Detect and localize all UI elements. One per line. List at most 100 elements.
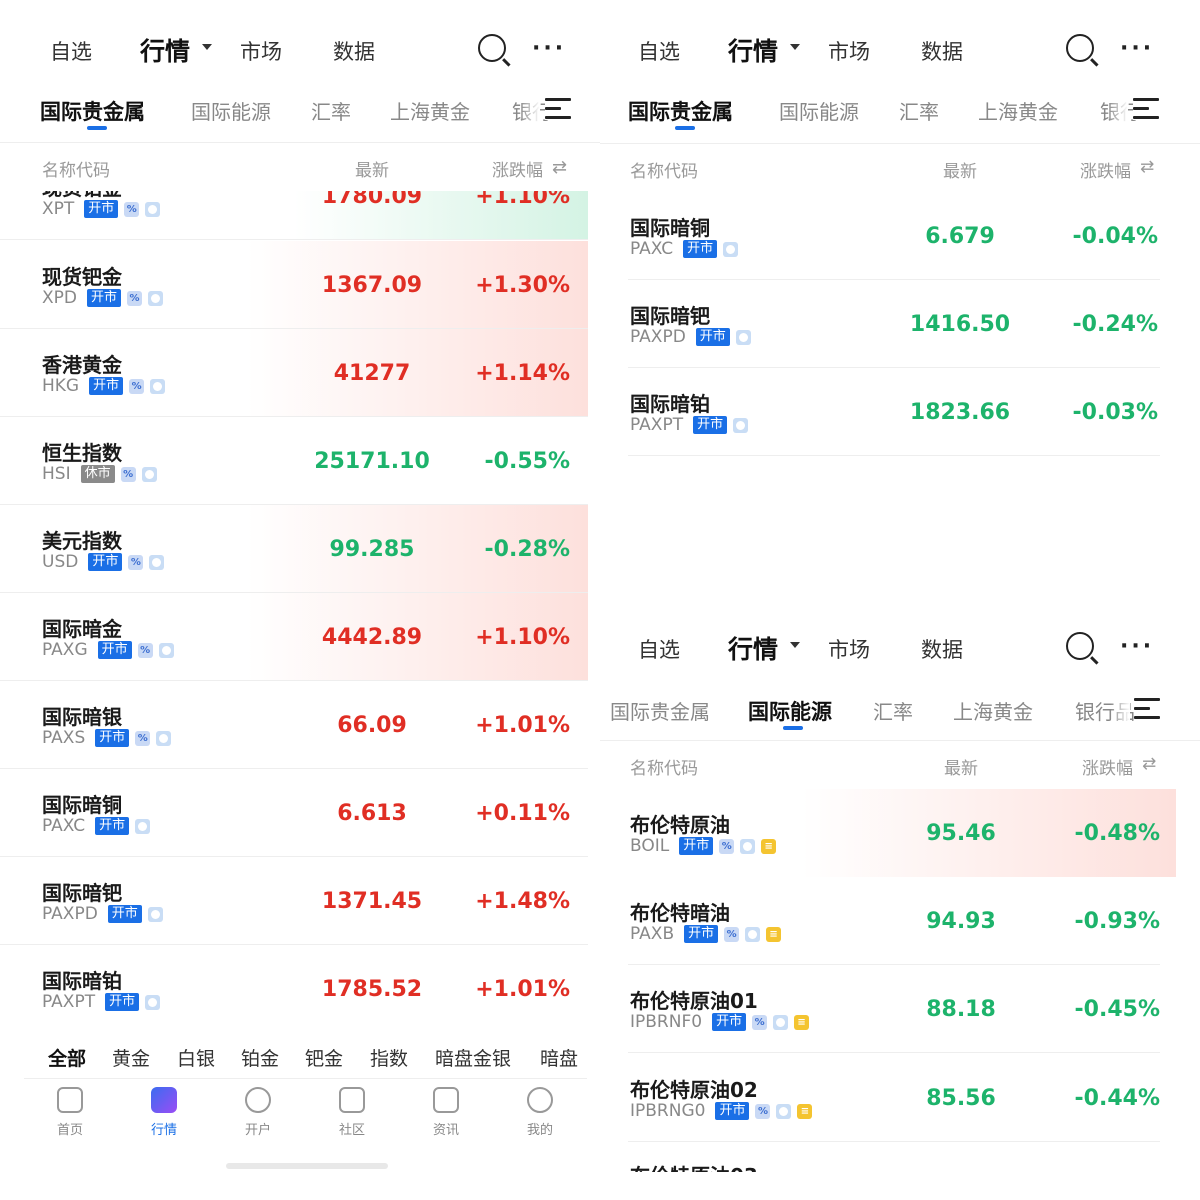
bottom-home[interactable]: 首页 xyxy=(40,1087,100,1138)
search-icon[interactable] xyxy=(1066,632,1094,660)
bottom-nav: 首页 行情 开户 社区 资讯 我的 xyxy=(24,1078,587,1200)
search-icon[interactable] xyxy=(1066,34,1094,62)
chevron-down-icon[interactable] xyxy=(790,642,800,648)
list-item[interactable]: 香港黄金 HKG 开市% 41277 +1.14% xyxy=(0,329,588,417)
tab-fx[interactable]: 汇率 xyxy=(873,696,913,725)
list-item[interactable]: 国际暗钯 PAXPD 开市 1371.45 +1.48% xyxy=(0,857,588,945)
tab-energy[interactable]: 国际能源 xyxy=(191,96,271,125)
swap-icon[interactable]: ⇄ xyxy=(552,157,567,178)
header-latest[interactable]: 最新 xyxy=(944,754,978,779)
subtab-platinum[interactable]: 铂金 xyxy=(241,1044,279,1071)
swap-icon[interactable]: ⇄ xyxy=(1142,754,1156,774)
list-item[interactable]: 国际暗铂 PAXPT 开市 1785.52 +1.01% xyxy=(0,945,588,1033)
menu-icon[interactable] xyxy=(545,98,571,120)
tab-energy[interactable]: 国际能源 xyxy=(779,96,859,125)
subtab-index[interactable]: 指数 xyxy=(370,1044,408,1071)
active-tab-indicator xyxy=(675,126,695,130)
subtab-palladium[interactable]: 钯金 xyxy=(305,1044,343,1071)
more-icon[interactable]: ··· xyxy=(532,36,566,61)
tab-shanghai-gold[interactable]: 上海黄金 xyxy=(978,96,1058,125)
more-icon[interactable]: ··· xyxy=(1120,36,1154,61)
header-latest[interactable]: 最新 xyxy=(355,156,389,181)
list-item[interactable]: 恒生指数 HSI 休市% 25171.10 -0.55% xyxy=(0,417,588,505)
bottom-label: 首页 xyxy=(56,1123,83,1138)
list-item[interactable]: 国际暗钯 PAXPD 开市 1416.50 -0.24% xyxy=(628,280,1160,368)
nav-quotes[interactable]: 行情 xyxy=(728,630,778,666)
nav-quotes[interactable]: 行情 xyxy=(728,32,778,68)
list-item[interactable]: 国际暗银 PAXS 开市% 66.09 +1.01% xyxy=(0,681,588,769)
item-code-row: PAXPT 开市 xyxy=(630,415,749,435)
menu-icon[interactable] xyxy=(1133,98,1159,120)
list-item[interactable]: 布伦特原油02 IPBRNG0 开市% ≡ 85.56 -0.44% xyxy=(628,1054,1160,1142)
tab-shanghai-gold[interactable]: 上海黄金 xyxy=(390,96,470,125)
list-item[interactable]: 布伦特原油 BOIL 开市% ≡ 95.46 -0.48% xyxy=(600,789,1176,877)
tab-energy[interactable]: 国际能源 xyxy=(748,696,832,726)
tab-precious-metals[interactable]: 国际贵金属 xyxy=(40,96,145,126)
nav-market[interactable]: 市场 xyxy=(828,634,870,664)
list-item[interactable]: 国际暗金 PAXG 开市% 4442.89 +1.10% xyxy=(0,593,588,681)
list-item[interactable]: 美元指数 USD 开市% 99.285 -0.28% xyxy=(0,505,588,593)
smile-icon xyxy=(527,1087,553,1113)
header-name[interactable]: 名称代码 xyxy=(42,156,110,181)
item-code-row: PAXPD 开市 xyxy=(42,904,163,924)
bottom-news[interactable]: 资讯 xyxy=(416,1087,476,1138)
tab-fx[interactable]: 汇率 xyxy=(311,96,351,125)
market-open-badge: 开市 xyxy=(105,993,140,1011)
search-icon[interactable] xyxy=(478,34,506,62)
nav-quotes[interactable]: 行情 xyxy=(140,32,190,68)
list-item[interactable]: 国际暗铜 PAXC 开市 6.613 +0.11% xyxy=(0,769,588,857)
header-name[interactable]: 名称代码 xyxy=(630,754,698,779)
percent-icon: % xyxy=(719,838,735,854)
header-change[interactable]: 涨跌幅 xyxy=(1080,157,1131,182)
bottom-quotes[interactable]: 行情 xyxy=(134,1087,194,1138)
subtab-gold[interactable]: 黄金 xyxy=(112,1044,150,1071)
subtab-dark-gold-silver[interactable]: 暗盘金银 xyxy=(435,1044,511,1071)
nav-data[interactable]: 数据 xyxy=(333,36,375,66)
item-code: PAXB xyxy=(630,924,675,944)
bottom-community[interactable]: 社区 xyxy=(322,1087,382,1138)
swap-icon[interactable]: ⇄ xyxy=(1140,157,1154,177)
item-code-row: PAXPD 开市 xyxy=(630,327,751,347)
home-indicator[interactable] xyxy=(226,1163,388,1169)
header-change[interactable]: 涨跌幅 xyxy=(1082,754,1133,779)
item-code: HKG xyxy=(42,376,80,396)
nav-data[interactable]: 数据 xyxy=(921,36,963,66)
header-latest[interactable]: 最新 xyxy=(943,157,977,182)
item-code-row: XPD 开市% xyxy=(42,288,164,308)
category-tabs: 国际贵金属 国际能源 汇率 上海黄金 银行品 xyxy=(600,688,1200,738)
clock-icon xyxy=(141,466,157,482)
list-item[interactable]: 国际暗铜 PAXC 开市 6.679 -0.04% xyxy=(628,192,1160,280)
nav-market[interactable]: 市场 xyxy=(240,36,282,66)
document-icon: ≡ xyxy=(797,1103,813,1119)
list-item[interactable]: 国际暗铂 PAXPT 开市 1823.66 -0.03% xyxy=(628,368,1160,456)
top-nav: 自选 行情 市场 数据 ··· xyxy=(600,618,1200,678)
list-item[interactable]: 现货钯金 XPD 开市% 1367.09 +1.30% xyxy=(0,241,588,329)
nav-watchlist[interactable]: 自选 xyxy=(638,36,680,66)
chevron-down-icon[interactable] xyxy=(202,44,212,50)
subtab-all[interactable]: 全部 xyxy=(48,1044,86,1071)
chevron-down-icon[interactable] xyxy=(790,44,800,50)
bottom-account[interactable]: 开户 xyxy=(228,1087,288,1138)
subtab-dark[interactable]: 暗盘 xyxy=(540,1044,578,1071)
list-item[interactable]: 布伦特暗油 PAXB 开市% ≡ 94.93 -0.93% xyxy=(628,877,1160,965)
tab-precious-metals[interactable]: 国际贵金属 xyxy=(610,696,710,725)
item-code-row: HKG 开市% xyxy=(42,376,166,396)
more-icon[interactable]: ··· xyxy=(1120,634,1154,659)
tab-shanghai-gold[interactable]: 上海黄金 xyxy=(953,696,1033,725)
item-name: 布伦特原油 xyxy=(630,813,730,837)
nav-market[interactable]: 市场 xyxy=(828,36,870,66)
menu-icon[interactable] xyxy=(1134,698,1160,720)
item-code-row: BOIL 开市% ≡ xyxy=(630,836,777,856)
header-name[interactable]: 名称代码 xyxy=(630,157,698,182)
list-item[interactable]: 布伦特原油01 IPBRNF0 开市% ≡ 88.18 -0.45% xyxy=(628,965,1160,1053)
subtab-silver[interactable]: 白银 xyxy=(177,1044,215,1071)
bottom-me[interactable]: 我的 xyxy=(510,1087,570,1138)
list-item[interactable]: 布伦特原油03 xyxy=(628,1142,1160,1172)
clock-icon xyxy=(740,838,756,854)
header-change[interactable]: 涨跌幅 xyxy=(492,156,543,181)
nav-watchlist[interactable]: 自选 xyxy=(638,634,680,664)
tab-fx[interactable]: 汇率 xyxy=(899,96,939,125)
nav-data[interactable]: 数据 xyxy=(921,634,963,664)
nav-watchlist[interactable]: 自选 xyxy=(50,36,92,66)
tab-precious-metals[interactable]: 国际贵金属 xyxy=(628,96,733,126)
